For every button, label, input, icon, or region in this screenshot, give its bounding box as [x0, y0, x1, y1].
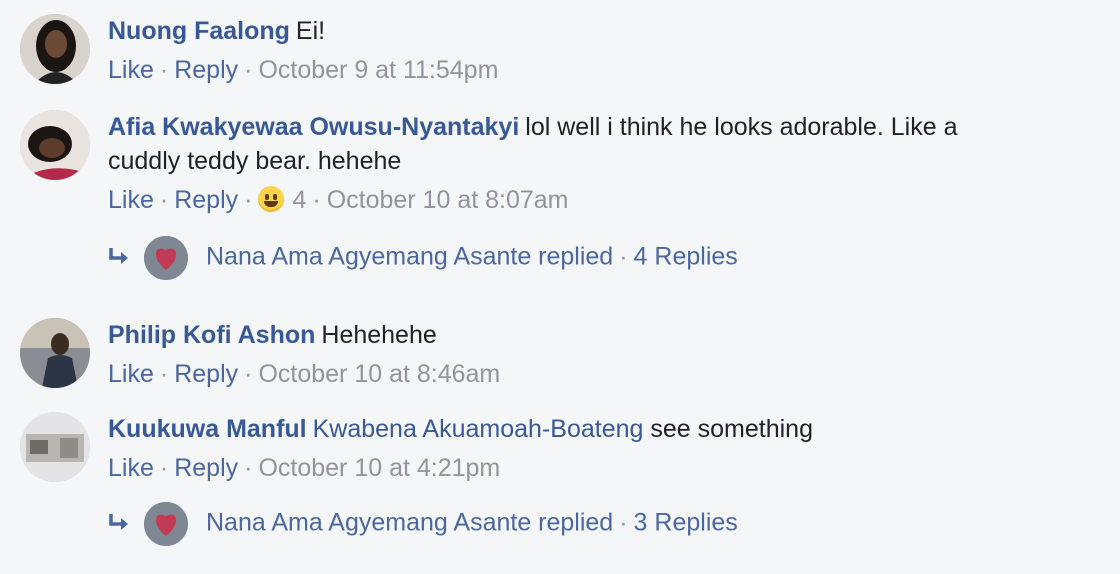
comment-text-line: cuddly teddy bear. hehehe [108, 144, 1080, 178]
reply-arrow-icon [108, 241, 130, 275]
like-button[interactable]: Like [108, 56, 154, 84]
reply-thread-link[interactable]: Nana Ama Agyemang Asante replied · 3 Repli… [108, 502, 738, 546]
like-button[interactable]: Like [108, 454, 154, 482]
avatar-photo-icon [20, 14, 90, 84]
comment-text: Ei! [295, 17, 326, 45]
comment-actions: Like · Reply · October 10 at 4:21pm [108, 451, 1080, 485]
reply-summary[interactable]: Nana Ama Agyemang Asante replied [206, 243, 613, 271]
separator: · [312, 186, 321, 214]
reply-button[interactable]: Reply [174, 360, 238, 388]
separator: · [159, 186, 169, 214]
haha-emoji-icon[interactable] [258, 186, 285, 212]
avatar-photo-icon [20, 318, 90, 388]
reply-count[interactable]: 4 Replies [634, 243, 738, 271]
reply-count[interactable]: 3 Replies [634, 509, 738, 537]
separator: · [244, 56, 253, 84]
comment-timestamp[interactable]: October 10 at 8:46am [258, 360, 500, 388]
mention-link[interactable]: Kwabena Akuamoah-Boateng [313, 415, 644, 443]
separator: · [619, 508, 628, 537]
separator: · [244, 454, 253, 482]
comment-text: see something [650, 415, 813, 443]
comment-timestamp[interactable]: October 10 at 4:21pm [258, 454, 500, 482]
separator: · [244, 360, 253, 388]
comment-text-line: Nuong Faalong Ei! [108, 14, 1080, 48]
comment-timestamp[interactable]: October 9 at 11:54pm [258, 56, 498, 84]
comment-actions: Like · Reply · October 9 at 11:54pm [108, 53, 1080, 87]
separator: · [244, 186, 253, 214]
avatar[interactable] [20, 14, 90, 84]
comment-author[interactable]: Nuong Faalong [108, 17, 290, 45]
comment-author[interactable]: Afia Kwakyewaa Owusu-Nyantakyi [108, 113, 519, 141]
avatar [144, 236, 188, 280]
separator: · [159, 56, 169, 84]
reply-summary[interactable]: Nana Ama Agyemang Asante replied [206, 509, 613, 537]
comment-timestamp[interactable]: October 10 at 8:07am [327, 186, 569, 214]
comment-text-line: Afia Kwakyewaa Owusu-Nyantakyi lol well i… [108, 110, 1080, 144]
separator: · [619, 242, 628, 271]
avatar-photo-icon [20, 412, 90, 482]
comment-actions: Like · Reply · 4 · October 10 at 8:07am [108, 183, 1080, 217]
comment-text: Hehehehe [321, 321, 437, 349]
avatar [144, 502, 188, 546]
comment-text: lol well i think he looks adorable. Like… [525, 113, 958, 141]
comment-text-line: Kuukuwa Manful Kwabena Akuamoah-Boateng s… [108, 412, 1080, 446]
reaction-count[interactable]: 4 [292, 186, 306, 214]
reply-arrow-icon [108, 507, 130, 541]
reply-button[interactable]: Reply [174, 186, 238, 214]
avatar-photo-icon [20, 110, 90, 180]
comment-text-line: Philip Kofi Ashon Hehehehe [108, 318, 1080, 352]
comment-actions: Like · Reply · October 10 at 8:46am [108, 357, 1080, 391]
reply-thread-link[interactable]: Nana Ama Agyemang Asante replied · 4 Repli… [108, 236, 738, 280]
comment-author[interactable]: Kuukuwa Manful [108, 415, 307, 443]
reply-button[interactable]: Reply [174, 454, 238, 482]
avatar[interactable] [20, 412, 90, 482]
avatar[interactable] [20, 110, 90, 180]
separator: · [159, 360, 169, 388]
comment-author[interactable]: Philip Kofi Ashon [108, 321, 315, 349]
like-button[interactable]: Like [108, 360, 154, 388]
avatar[interactable] [20, 318, 90, 388]
comment-text-continued: cuddly teddy bear. hehehe [108, 147, 402, 175]
separator: · [159, 454, 169, 482]
reply-button[interactable]: Reply [174, 56, 238, 84]
like-button[interactable]: Like [108, 186, 154, 214]
